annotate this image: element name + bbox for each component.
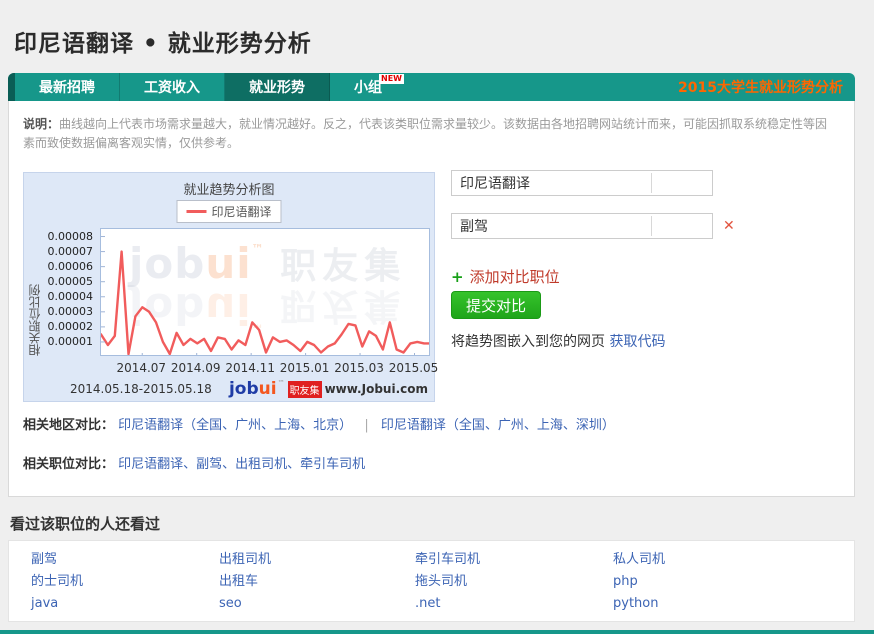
separator: | <box>356 418 376 433</box>
notice-text: 说明：曲线越向上代表市场需求量越大，就业情况越好。反之，代表该类职位需求量较少。… <box>23 115 839 153</box>
related-regions-label: 相关地区对比： <box>23 418 114 433</box>
notice-body: 曲线越向上代表市场需求量越大，就业情况越好。反之，代表该类职位需求量较少。该数据… <box>23 117 827 150</box>
tab-salary[interactable]: 工资收入 <box>120 73 225 101</box>
tab-label: 小组 <box>354 77 382 97</box>
related-region-link-1[interactable]: 印尼语翻译（全国、广州、上海、北京） <box>118 418 352 433</box>
logo-ui: ui <box>259 379 277 399</box>
page-title: 印尼语翻译 • 就业形势分析 <box>14 24 312 58</box>
navbar-left-cap <box>8 73 15 101</box>
also-viewed-link[interactable]: 副驾 <box>31 551 219 568</box>
compare-job-input-2[interactable] <box>451 213 713 239</box>
y-tick-label: 0.00001 <box>48 335 94 348</box>
also-viewed-link[interactable]: php <box>613 573 854 590</box>
also-viewed-link[interactable]: 拖头司机 <box>415 573 613 590</box>
also-viewed-link[interactable]: 出租车 <box>219 573 415 590</box>
remove-input-icon[interactable]: ✕ <box>723 218 735 234</box>
tab-group[interactable]: 小组 NEW <box>330 73 406 101</box>
related-jobs-label: 相关职位对比： <box>23 457 114 472</box>
add-compare-label: 添加对比职位 <box>470 268 560 286</box>
chart-title: 就业趋势分析图 <box>24 179 434 198</box>
trend-line-svg <box>101 229 430 356</box>
also-viewed-box: 副驾出租司机牵引车司机私人司机的士司机出租车拖头司机php javaseo.net… <box>8 540 855 622</box>
related-region-link-2[interactable]: 印尼语翻译（全国、广州、上海、深圳） <box>381 418 615 433</box>
chart-footer: 2014.05.18-2015.05.18 jobui™ 职友集 www.Job… <box>24 379 434 399</box>
logo-job: job <box>229 379 259 399</box>
promo-link-2015-graduates[interactable]: 2015大学生就业形势分析 <box>678 73 855 101</box>
date-range-label: 2014.05.18-2015.05.18 <box>70 382 212 396</box>
tab-latest-jobs[interactable]: 最新招聘 <box>15 73 120 101</box>
content-panel: 说明：曲线越向上代表市场需求量越大，就业情况越好。反之，代表该类职位需求量较少。… <box>8 101 855 497</box>
main-navbar: 最新招聘 工资收入 就业形势 小组 NEW 2015大学生就业形势分析 <box>8 73 855 101</box>
y-tick-label: 0.00002 <box>48 320 94 333</box>
also-viewed-grid: 副驾出租司机牵引车司机私人司机的士司机出租车拖头司机php javaseo.net… <box>31 551 854 612</box>
also-viewed-link[interactable]: .net <box>415 595 613 612</box>
also-viewed-link[interactable]: python <box>613 595 854 612</box>
plot-area: jobui™ 职友集 jobui™ 职友集 <box>100 228 430 356</box>
trend-polyline <box>101 252 430 354</box>
x-tick-label: 2014.09 <box>171 361 221 375</box>
also-viewed-link[interactable]: seo <box>219 595 415 612</box>
also-viewed-link[interactable]: 私人司机 <box>613 551 854 568</box>
x-tick-label: 2015.03 <box>334 361 384 375</box>
tab-label: 最新招聘 <box>39 77 95 97</box>
y-tick-label: 0.00006 <box>48 260 94 273</box>
related-regions-row: 相关地区对比： 印尼语翻译（全国、广州、上海、北京） | 印尼语翻译（全国、广州… <box>23 414 615 433</box>
tab-employment-trend[interactable]: 就业形势 <box>225 73 330 101</box>
x-tick-label: 2014.07 <box>116 361 166 375</box>
also-viewed-link[interactable]: 牵引车司机 <box>415 551 613 568</box>
plus-icon: + <box>451 268 464 286</box>
compare-job-input-1[interactable] <box>451 170 713 196</box>
page-root: 印尼语翻译 • 就业形势分析 最新招聘 工资收入 就业形势 小组 NEW 201… <box>0 0 874 634</box>
compare-input-row-2: ✕ <box>451 213 735 239</box>
y-tick-label: 0.00005 <box>48 275 94 288</box>
legend-label: 印尼语翻译 <box>211 203 271 220</box>
y-tick-label: 0.00007 <box>48 245 94 258</box>
embed-row: 将趋势图嵌入到您的网页 获取代码 <box>451 331 665 351</box>
also-viewed-link[interactable]: 的士司机 <box>31 573 219 590</box>
add-compare-job-link[interactable]: + 添加对比职位 <box>451 266 560 287</box>
y-tick-label: 0.00008 <box>48 230 94 243</box>
new-badge: NEW <box>379 74 404 84</box>
related-jobs-row: 相关职位对比： 印尼语翻译、副驾、出租司机、牵引车司机 <box>23 453 365 472</box>
jobui-logo: jobui™ 职友集 www.Jobui.com <box>229 379 428 399</box>
logo-url: www.Jobui.com <box>325 382 428 396</box>
notice-label: 说明： <box>23 117 59 131</box>
x-axis-labels: 2014.072014.092014.112015.012015.032015.… <box>100 361 430 375</box>
also-viewed-title: 看过该职位的人还看过 <box>10 513 160 534</box>
trend-chart: 就业趋势分析图 印尼语翻译 相关职位比例 0.000080.000070.000… <box>23 172 435 402</box>
y-tick-label: 0.00003 <box>48 305 94 318</box>
also-viewed-link[interactable]: 出租司机 <box>219 551 415 568</box>
footer-accent-bar <box>0 630 874 634</box>
legend-line-swatch <box>186 210 206 213</box>
related-jobs-link[interactable]: 印尼语翻译、副驾、出租司机、牵引车司机 <box>118 457 365 472</box>
also-viewed-link[interactable]: java <box>31 595 219 612</box>
x-tick-label: 2015.01 <box>280 361 330 375</box>
logo-tm: ™ <box>278 379 285 387</box>
submit-compare-button[interactable]: 提交对比 <box>451 291 541 319</box>
tab-label: 工资收入 <box>144 77 200 97</box>
y-axis-labels: 0.00008 0.00007 0.00006 0.00005 0.00004 0.000… <box>40 228 96 356</box>
x-tick-label: 2015.05 <box>389 361 439 375</box>
logo-zh-badge: 职友集 <box>288 381 322 398</box>
x-tick-label: 2014.11 <box>225 361 275 375</box>
get-embed-code-link[interactable]: 获取代码 <box>609 334 665 350</box>
chart-legend: 印尼语翻译 <box>176 200 281 223</box>
compare-input-row-1 <box>451 170 713 196</box>
embed-text: 将趋势图嵌入到您的网页 <box>451 334 609 350</box>
tab-label: 就业形势 <box>249 77 305 97</box>
y-tick-label: 0.00004 <box>48 290 94 303</box>
